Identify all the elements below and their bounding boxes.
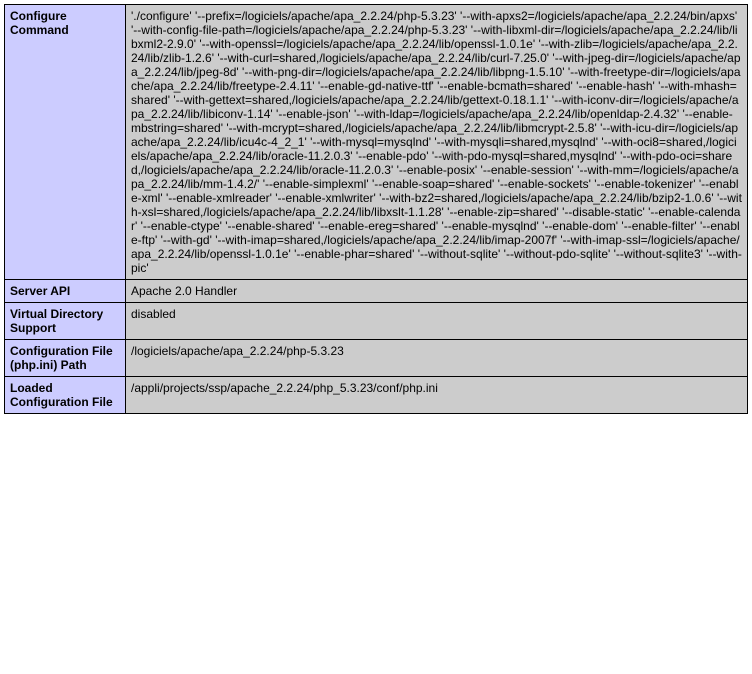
table-row: Configuration File (php.ini) Path /logic… bbox=[5, 340, 748, 377]
row-value: /appli/projects/ssp/apache_2.2.24/php_5.… bbox=[126, 377, 748, 414]
table-row: Virtual Directory Support disabled bbox=[5, 303, 748, 340]
row-value: Apache 2.0 Handler bbox=[126, 280, 748, 303]
row-value: disabled bbox=[126, 303, 748, 340]
table-row: Configure Command './configure' '--prefi… bbox=[5, 5, 748, 280]
row-value: /logiciels/apache/apa_2.2.24/php-5.3.23 bbox=[126, 340, 748, 377]
row-value: './configure' '--prefix=/logiciels/apach… bbox=[126, 5, 748, 280]
row-label: Server API bbox=[5, 280, 126, 303]
table-row: Loaded Configuration File /appli/project… bbox=[5, 377, 748, 414]
table-row: Server API Apache 2.0 Handler bbox=[5, 280, 748, 303]
row-label: Configure Command bbox=[5, 5, 126, 280]
phpinfo-table: Configure Command './configure' '--prefi… bbox=[4, 4, 748, 414]
row-label: Virtual Directory Support bbox=[5, 303, 126, 340]
row-label: Configuration File (php.ini) Path bbox=[5, 340, 126, 377]
row-label: Loaded Configuration File bbox=[5, 377, 126, 414]
